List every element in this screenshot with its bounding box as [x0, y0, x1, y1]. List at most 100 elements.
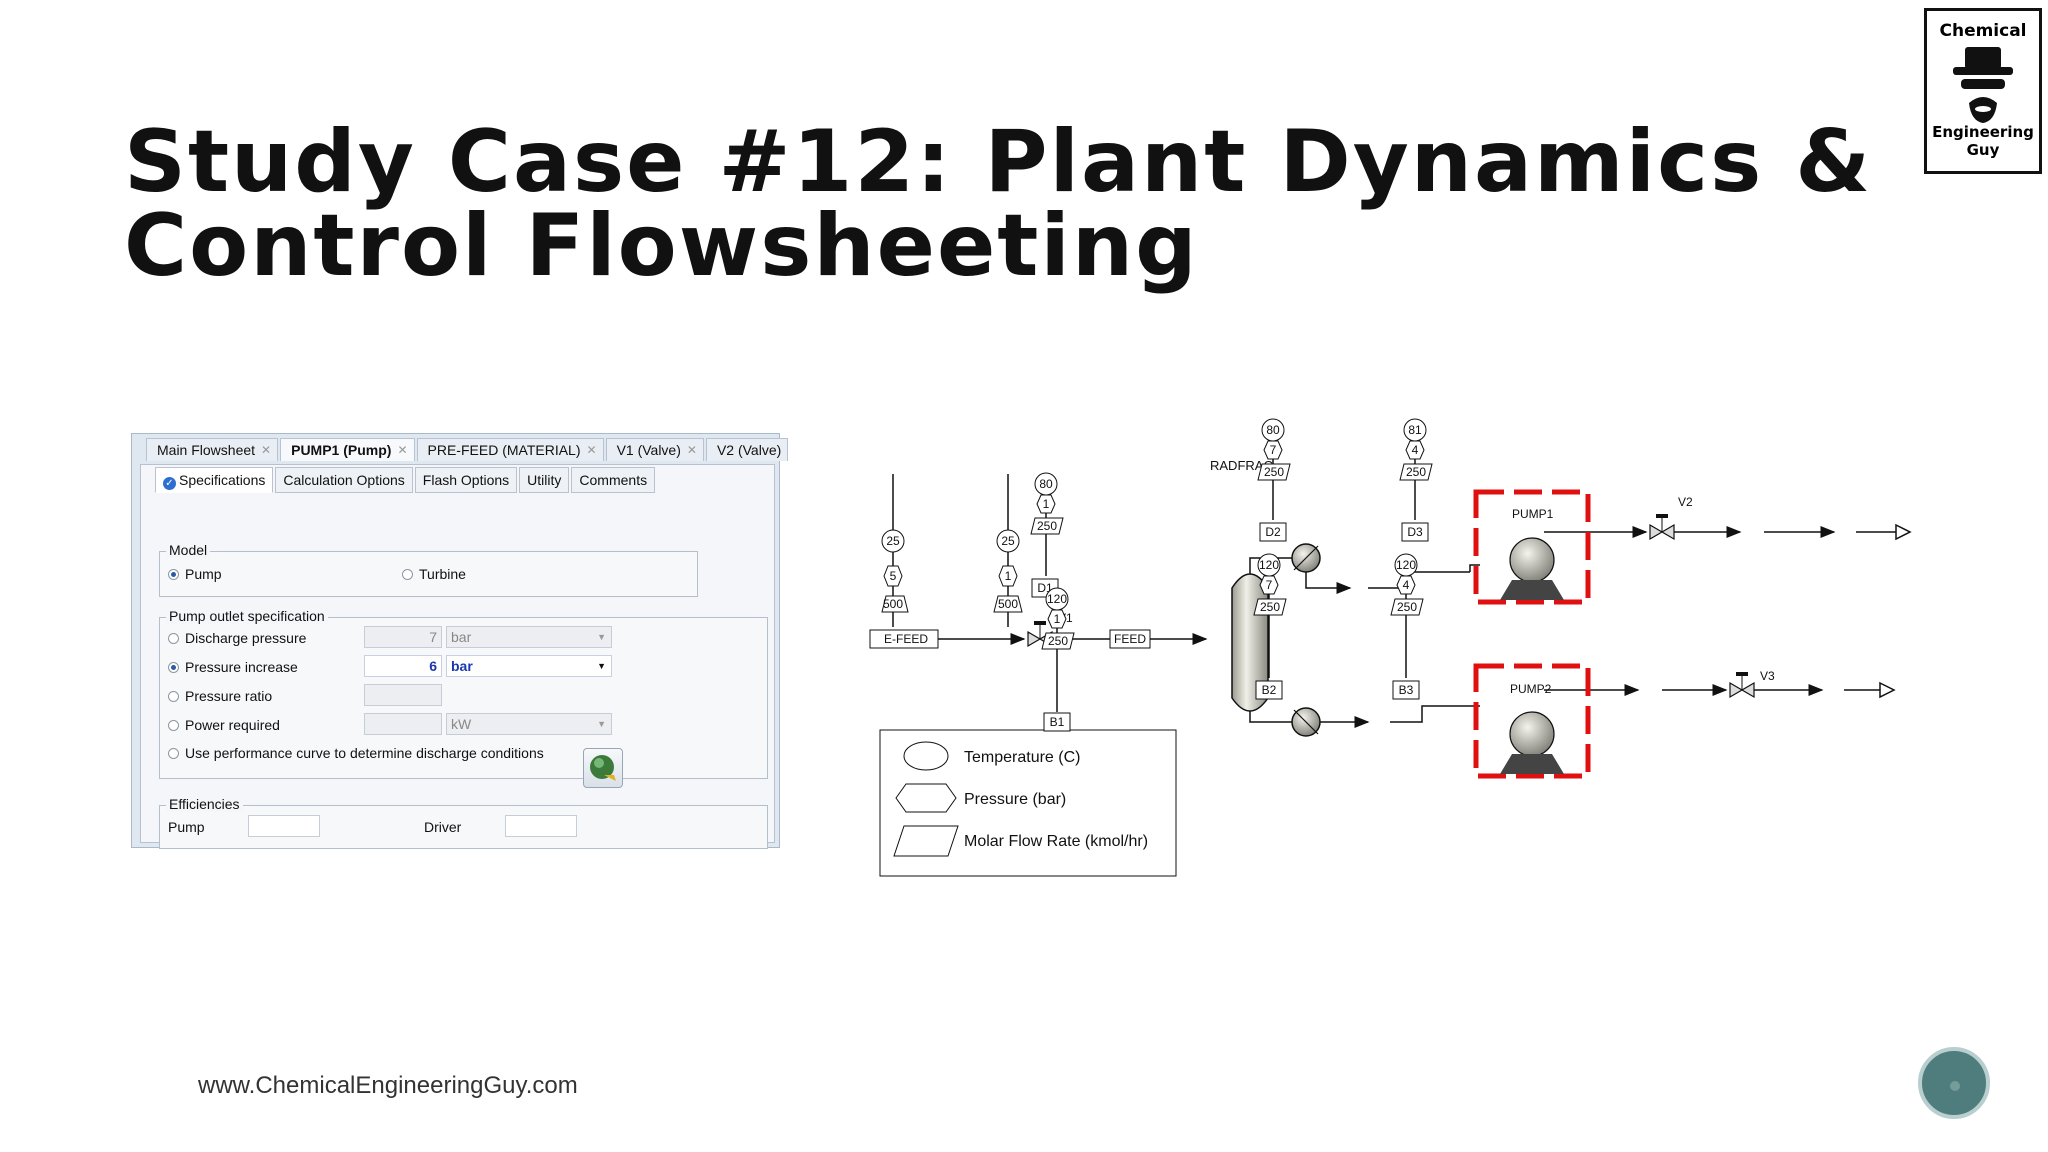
tab-calculation-options[interactable]: Calculation Options — [275, 467, 413, 493]
brand-logo: Chemical Engineering Guy — [1924, 8, 2042, 174]
discharge-pressure-input[interactable]: 7 — [364, 626, 442, 648]
pump1-label: PUMP1 — [1512, 507, 1554, 521]
radio-label: Use performance curve to determine disch… — [185, 745, 544, 761]
tab-label: PRE-FEED (MATERIAL) — [427, 442, 581, 458]
nav-button[interactable] — [1918, 1047, 1990, 1119]
product-arrow-icon — [1879, 681, 1896, 699]
close-icon[interactable]: ✕ — [587, 443, 597, 457]
radio-performance-curve[interactable]: Use performance curve to determine disch… — [168, 745, 544, 761]
d1-temperature: 80 — [1039, 477, 1053, 491]
close-icon[interactable]: ✕ — [261, 443, 271, 457]
d1-flow: 250 — [1037, 519, 1057, 533]
pressure-increase-unit-select[interactable]: bar ▼ — [446, 655, 612, 677]
model-group-label: Model — [166, 542, 211, 558]
valve-v3-icon[interactable] — [1729, 672, 1755, 699]
tab-comments[interactable]: Comments — [571, 467, 656, 493]
radio-pressure-increase[interactable]: Pressure increase — [168, 659, 298, 675]
radio-button[interactable] — [168, 661, 179, 673]
legend-flow: Molar Flow Rate (kmol/hr) — [964, 833, 1148, 850]
radio-button[interactable] — [168, 568, 179, 580]
tab-v2[interactable]: V2 (Valve) — [705, 438, 789, 461]
process-flowsheet: RADFRAC V1 V2 V3 PUMP1 PUMP2 25 5 500 — [869, 418, 1912, 877]
radio-power-required[interactable]: Power required — [168, 717, 280, 733]
prefeed-pressure: 5 — [890, 569, 897, 583]
valve-v3-label: V3 — [1760, 669, 1775, 683]
model-group: Model Pump Turbine — [159, 542, 698, 597]
radio-label: Turbine — [419, 566, 466, 582]
radio-button[interactable] — [168, 747, 179, 759]
radio-button[interactable] — [168, 632, 179, 644]
logo-top-text: Chemical — [1939, 21, 2027, 41]
d2-stream-name[interactable]: D2 — [1265, 525, 1281, 539]
tab-v1[interactable]: V1 (Valve) ✕ — [605, 438, 704, 461]
tab-label: V1 (Valve) — [616, 442, 681, 458]
feed-stream-name[interactable]: FEED — [1114, 632, 1146, 646]
tab-pump1[interactable]: PUMP1 (Pump) ✕ — [280, 438, 415, 461]
radio-pump[interactable]: Pump — [168, 566, 222, 582]
tab-specifications[interactable]: ✓ Specifications — [155, 467, 274, 493]
d3-pressure: 4 — [1412, 443, 1419, 457]
feed-flow: 500 — [998, 597, 1018, 611]
d2-temperature: 80 — [1266, 423, 1280, 437]
feed-temperature: 25 — [1001, 534, 1015, 548]
efficiencies-group-label: Efficiencies — [166, 796, 243, 812]
close-icon[interactable]: ✕ — [687, 443, 697, 457]
efficiencies-group: Efficiencies Pump Driver — [159, 796, 768, 849]
d2-pressure: 7 — [1270, 443, 1277, 457]
driver-efficiency-input[interactable] — [505, 815, 577, 837]
pump-efficiency-input[interactable] — [248, 815, 320, 837]
dropdown-arrow-icon: ▼ — [597, 719, 606, 729]
radio-label: Power required — [185, 717, 280, 733]
pump2-label: PUMP2 — [1510, 682, 1552, 696]
b1-pressure: 1 — [1054, 612, 1061, 626]
pressure-increase-input[interactable]: 6 — [364, 655, 442, 677]
radio-pressure-ratio[interactable]: Pressure ratio — [168, 688, 272, 704]
valve-v2-icon[interactable] — [1649, 514, 1675, 541]
tab-label: Flash Options — [422, 472, 510, 488]
globe-chart-icon — [590, 755, 616, 781]
label-text: Pump — [168, 819, 205, 835]
d3-flow: 250 — [1406, 465, 1426, 479]
d2-flow: 250 — [1264, 465, 1284, 479]
driver-efficiency-label: Driver — [424, 819, 461, 835]
tab-pre-feed[interactable]: PRE-FEED (MATERIAL) ✕ — [416, 438, 604, 461]
tab-label: Utility — [527, 472, 562, 488]
dropdown-arrow-icon: ▼ — [597, 661, 606, 671]
power-required-input[interactable] — [364, 713, 442, 735]
form-tab-bar: ✓ Specifications Calculation Options Flas… — [155, 467, 657, 493]
radio-button[interactable] — [402, 568, 413, 580]
b3-temperature: 120 — [1396, 558, 1416, 572]
radio-button[interactable] — [168, 719, 179, 731]
legend-pressure: Pressure (bar) — [964, 791, 1066, 808]
radio-button[interactable] — [168, 690, 179, 702]
tab-label: Specifications — [179, 472, 266, 488]
tab-label: Main Flowsheet — [157, 442, 256, 458]
prefeed-stream-name[interactable]: E-FEED — [884, 632, 928, 646]
d3-stream-name[interactable]: D3 — [1407, 525, 1423, 539]
prefeed-temperature: 25 — [886, 534, 900, 548]
tab-label: Calculation Options — [283, 472, 405, 488]
tab-main-flowsheet[interactable]: Main Flowsheet ✕ — [146, 438, 279, 461]
unit-value: bar — [451, 629, 472, 645]
radio-discharge-pressure[interactable]: Discharge pressure — [168, 630, 306, 646]
tab-label: Comments — [579, 472, 648, 488]
close-icon[interactable]: ✕ — [397, 443, 407, 457]
tab-label: V2 (Valve) — [716, 442, 782, 458]
b3-stream-name[interactable]: B3 — [1399, 683, 1414, 697]
b3-stream-tags: 120 4 250 B3 — [1390, 553, 1424, 700]
power-unit-select[interactable]: kW ▼ — [446, 713, 612, 735]
b2-stream-name[interactable]: B2 — [1262, 683, 1277, 697]
b1-temperature: 120 — [1047, 592, 1067, 606]
tab-utility[interactable]: Utility — [519, 467, 570, 493]
performance-curve-button[interactable] — [583, 748, 623, 788]
tab-flash-options[interactable]: Flash Options — [414, 467, 518, 493]
footer-url[interactable]: www.ChemicalEngineeringGuy.com — [198, 1072, 578, 1100]
specifications-panel: ✓ Specifications Calculation Options Flas… — [140, 464, 775, 849]
b1-stream-name[interactable]: B1 — [1050, 715, 1065, 729]
nav-dot-icon — [1950, 1081, 1960, 1091]
document-tab-bar: Main Flowsheet ✕ PUMP1 (Pump) ✕ PRE-FEED (… — [146, 438, 789, 462]
radio-turbine[interactable]: Turbine — [402, 566, 466, 582]
valve-v2-label: V2 — [1678, 495, 1693, 509]
discharge-pressure-unit-select[interactable]: bar ▼ — [446, 626, 612, 648]
pressure-ratio-input[interactable] — [364, 684, 442, 706]
